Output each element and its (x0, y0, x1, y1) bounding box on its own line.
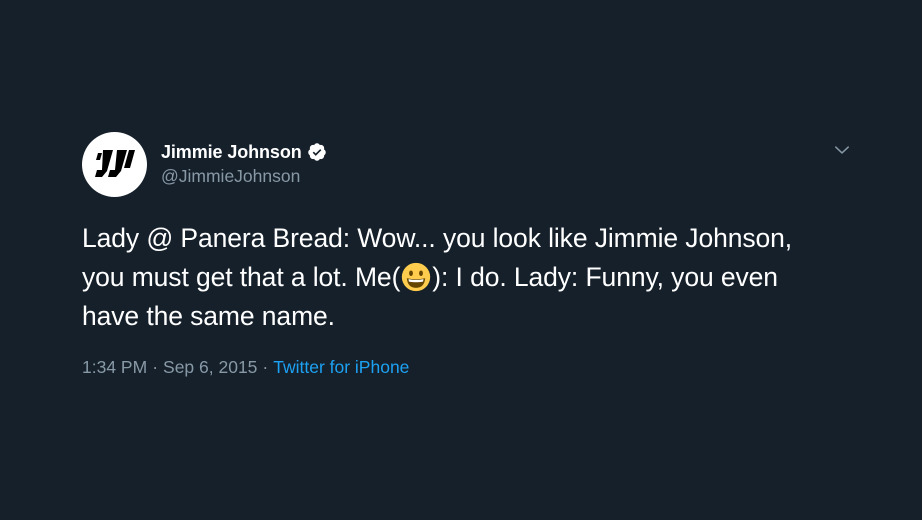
meta-separator: · (262, 357, 269, 377)
tweet-time[interactable]: 1:34 PM (82, 357, 147, 378)
author-names: Jimmie Johnson @JimmieJohnson (161, 139, 327, 187)
verified-badge-icon (307, 143, 326, 161)
display-name-row: Jimmie Johnson (161, 139, 327, 165)
jj-logo-icon (94, 150, 135, 177)
handle[interactable]: @JimmieJohnson (161, 166, 327, 187)
avatar[interactable] (82, 131, 147, 197)
chevron-down-icon[interactable] (832, 140, 852, 160)
grinning-face-emoji-icon (402, 262, 431, 292)
tweet-source-link[interactable]: Twitter for iPhone (273, 357, 409, 378)
tweet-card: Jimmie Johnson @JimmieJohnson Lady @ Pan… (82, 131, 862, 378)
tweet-text: Lady @ Panera Bread: Wow... you look lik… (82, 219, 822, 336)
tweet-date[interactable]: Sep 6, 2015 (163, 357, 257, 378)
meta-separator: · (152, 357, 159, 377)
display-name[interactable]: Jimmie Johnson (161, 142, 302, 163)
tweet-meta: 1:34 PM · Sep 6, 2015 · Twitter for iPho… (82, 357, 862, 378)
tweet-header: Jimmie Johnson @JimmieJohnson (82, 131, 862, 197)
